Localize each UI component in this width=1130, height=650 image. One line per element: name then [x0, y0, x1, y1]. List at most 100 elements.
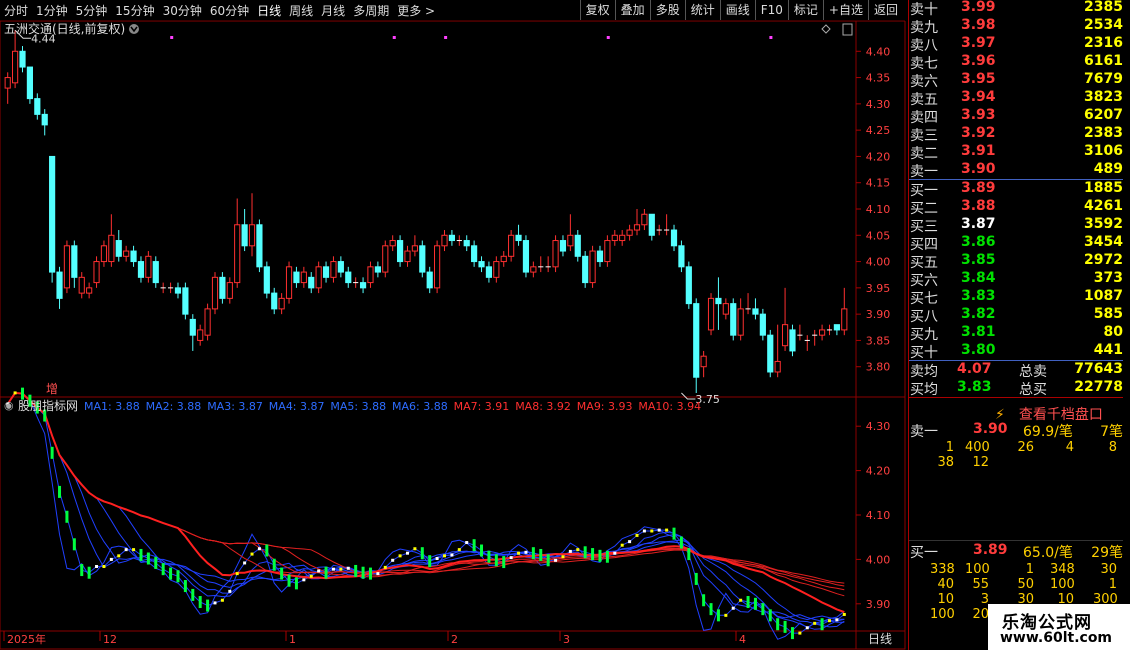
ask-row-2[interactable]: 卖八 3.97 2316 — [909, 35, 1123, 54]
low-pointer — [681, 392, 696, 400]
blue-ma-line-3 — [7, 392, 845, 628]
tool-button-7[interactable]: +自选 — [822, 0, 868, 20]
ind-settings-icon: ◉ — [4, 399, 14, 412]
candle-body — [211, 276, 219, 310]
period-tab-10[interactable]: 更多 > — [397, 2, 435, 19]
detail-count: 7笔 — [1100, 424, 1123, 440]
candle-body — [241, 224, 248, 247]
candle-body — [152, 261, 159, 284]
ask-row-8[interactable]: 卖二 3.91 3106 — [909, 143, 1123, 162]
tool-button-0[interactable]: 复权 — [579, 0, 615, 20]
tool-button-8[interactable]: 返回 — [867, 0, 903, 20]
ind-dot — [568, 549, 572, 553]
period-tab-1[interactable]: 1分钟 — [36, 2, 68, 19]
ind-dot — [405, 551, 409, 555]
period-tab-0[interactable]: 分时 — [4, 2, 28, 19]
tool-button-2[interactable]: 多股 — [649, 0, 685, 20]
bid-row-1[interactable]: 买二 3.88 4261 — [909, 198, 1123, 217]
period-tab-6[interactable]: 日线 — [257, 2, 281, 19]
period-tab-4[interactable]: 30分钟 — [163, 2, 202, 19]
period-tab-5[interactable]: 60分钟 — [210, 2, 249, 19]
x-tick-label-1: 12 — [103, 633, 117, 646]
bid-row-5[interactable]: 买六 3.84 373 — [909, 270, 1123, 289]
tool-button-5[interactable]: F10 — [754, 0, 788, 20]
ind-dot — [265, 544, 269, 557]
ind-dot — [398, 554, 402, 558]
ob-price: 3.99 — [961, 0, 996, 15]
ask-row-7[interactable]: 卖三 3.92 2383 — [909, 125, 1123, 144]
ask-row-1[interactable]: 卖九 3.98 2534 — [909, 17, 1123, 36]
ask-row-3[interactable]: 卖七 3.96 6161 — [909, 53, 1123, 72]
period-tab-8[interactable]: 月线 — [321, 2, 345, 19]
ind-dot — [813, 621, 817, 625]
kline-chart-area[interactable]: 4.40 4.35 4.30 4.25 4.20 4.15 4.10 4.05 4.00 3.95… — [0, 21, 906, 650]
candle-body — [293, 271, 300, 284]
candle-body — [145, 255, 152, 278]
ob-price: 3.81 — [961, 324, 996, 340]
diamond-icon[interactable] — [821, 24, 831, 34]
candle-body — [219, 276, 226, 299]
bid-row-7[interactable]: 买八 3.82 585 — [909, 306, 1123, 325]
y-tick-label-4: 4.20 — [866, 150, 891, 163]
detail-vol: 1 — [1108, 577, 1117, 592]
bid-row-4[interactable]: 买五 3.85 2972 — [909, 252, 1123, 271]
period-tab-3[interactable]: 15分钟 — [115, 2, 154, 19]
candle-body — [485, 266, 493, 278]
bid-row-6[interactable]: 买七 3.83 1087 — [909, 288, 1123, 307]
tool-button-1[interactable]: 叠加 — [614, 0, 650, 20]
bid-row-3[interactable]: 买四 3.86 3454 — [909, 234, 1123, 253]
bid-row-9[interactable]: 买十 3.80 441 — [909, 342, 1123, 361]
period-tab-7[interactable]: 周线 — [289, 2, 313, 19]
ind-dot — [583, 546, 587, 559]
ind-dot — [117, 554, 121, 558]
tool-button-4[interactable]: 画线 — [719, 0, 755, 20]
ind-dot — [132, 548, 136, 552]
ind-dot — [776, 618, 780, 631]
ask-row-0[interactable]: 卖十 3.99 2385 — [909, 0, 1123, 18]
candle-body — [389, 240, 396, 247]
candle-body — [604, 240, 611, 263]
ind-dot — [198, 596, 202, 609]
ob-label: 卖九 — [910, 20, 938, 36]
candle-body — [367, 266, 374, 284]
period-tab-9[interactable]: 多周期 — [353, 2, 389, 19]
ask-row-9[interactable]: 卖一 3.90 489 — [909, 161, 1123, 180]
ob-volume: 2385 — [1084, 0, 1123, 15]
period-tab-2[interactable]: 5分钟 — [76, 2, 108, 19]
ind-dot — [502, 556, 506, 569]
ind-dot — [228, 589, 232, 593]
ind-dot — [21, 387, 25, 400]
bid-row-0[interactable]: 买一 3.89 1885 — [909, 180, 1123, 199]
ind-dot — [65, 510, 69, 523]
bid-row-8[interactable]: 买九 3.81 80 — [909, 324, 1123, 343]
blue-ma-line-0 — [7, 392, 845, 640]
x-tick-label-5: 4 — [739, 633, 746, 646]
bid-row-2[interactable]: 买三 3.87 3592 — [909, 216, 1123, 235]
tool-button-6[interactable]: 标记 — [787, 0, 823, 20]
ask-row-6[interactable]: 卖四 3.93 6207 — [909, 107, 1123, 126]
ind-dot — [287, 574, 291, 587]
tool-button-3[interactable]: 统计 — [684, 0, 720, 20]
candle-body — [271, 292, 278, 310]
candle-body — [12, 50, 19, 84]
panel-divider — [909, 397, 1123, 398]
candle-body — [767, 334, 774, 373]
candle-body — [359, 282, 367, 289]
ask-row-4[interactable]: 卖六 3.95 7679 — [909, 71, 1123, 90]
window-toggle-icon[interactable] — [842, 23, 853, 36]
candle-body — [522, 240, 530, 273]
ind-dot — [702, 594, 706, 607]
candle-body — [308, 276, 315, 289]
candle-body — [130, 250, 137, 263]
candle-body — [670, 229, 678, 247]
ind-dot — [206, 599, 210, 612]
total-label: 总卖 — [1019, 364, 1047, 380]
ind-dot — [109, 557, 113, 561]
ask-row-5[interactable]: 卖五 3.94 3823 — [909, 89, 1123, 108]
y-tick-label-3: 4.25 — [866, 124, 891, 137]
dropdown-circle-icon[interactable] — [129, 24, 139, 34]
ob-volume: 2316 — [1084, 35, 1123, 51]
ind-dot — [50, 446, 54, 459]
x-tick-label-0: 2025年 — [7, 632, 46, 646]
detail-vol: 1 — [1025, 562, 1034, 577]
